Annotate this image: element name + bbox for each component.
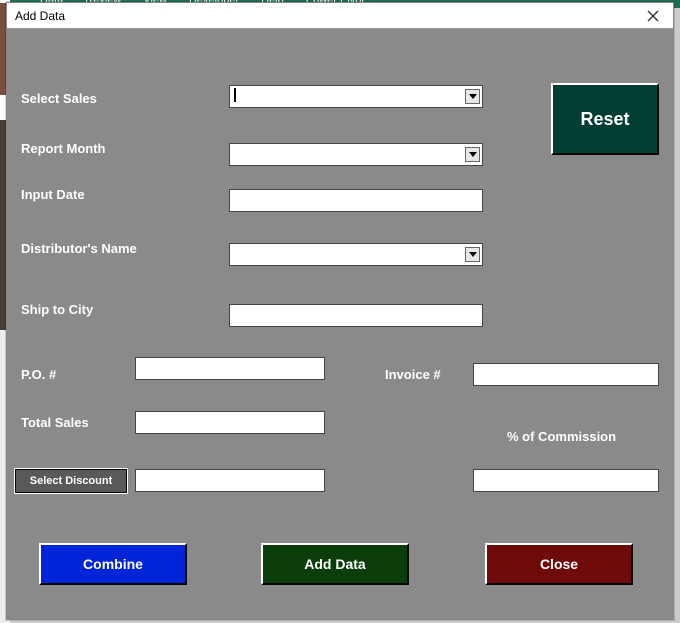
po-number-field[interactable] [135,357,325,380]
dialog-close-x[interactable] [633,3,673,28]
ship-city-field[interactable] [229,304,483,327]
chevron-down-icon[interactable] [465,89,480,104]
close-icon [647,10,659,22]
total-sales-field[interactable] [135,411,325,434]
distributor-label: Distributor's Name [21,241,137,256]
report-month-input[interactable] [234,145,465,164]
distributor-input[interactable] [234,245,465,264]
select-sales-combo[interactable] [229,85,483,108]
report-month-label: Report Month [21,141,105,156]
distributor-combo[interactable] [229,243,483,266]
select-sales-input[interactable] [234,87,465,106]
discount-field[interactable] [135,469,325,492]
total-sales-label: Total Sales [21,415,89,430]
ship-city-label: Ship to City [21,302,93,317]
reset-button[interactable]: Reset [551,83,659,155]
dialog-title: Add Data [15,9,65,23]
select-discount-button[interactable]: Select Discount [15,469,127,493]
dialog-titlebar[interactable]: Add Data [7,3,673,29]
add-data-button[interactable]: Add Data [261,543,409,585]
chevron-down-icon[interactable] [465,247,480,262]
commission-label: % of Commission [507,429,616,444]
text-caret [234,88,236,102]
input-date-field[interactable] [229,189,483,212]
invoice-number-field[interactable] [473,363,659,386]
add-data-dialog: Add Data Select Sales Reset Report Month… [6,2,674,620]
invoice-number-label: Invoice # [385,367,441,382]
po-number-label: P.O. # [21,367,56,382]
select-sales-label: Select Sales [21,91,97,106]
commission-field[interactable] [473,469,659,492]
dialog-body: Select Sales Reset Report Month Input Da… [7,29,673,619]
close-button[interactable]: Close [485,543,633,585]
input-date-label: Input Date [21,187,85,202]
combine-button[interactable]: Combine [39,543,187,585]
chevron-down-icon[interactable] [465,147,480,162]
report-month-combo[interactable] [229,143,483,166]
